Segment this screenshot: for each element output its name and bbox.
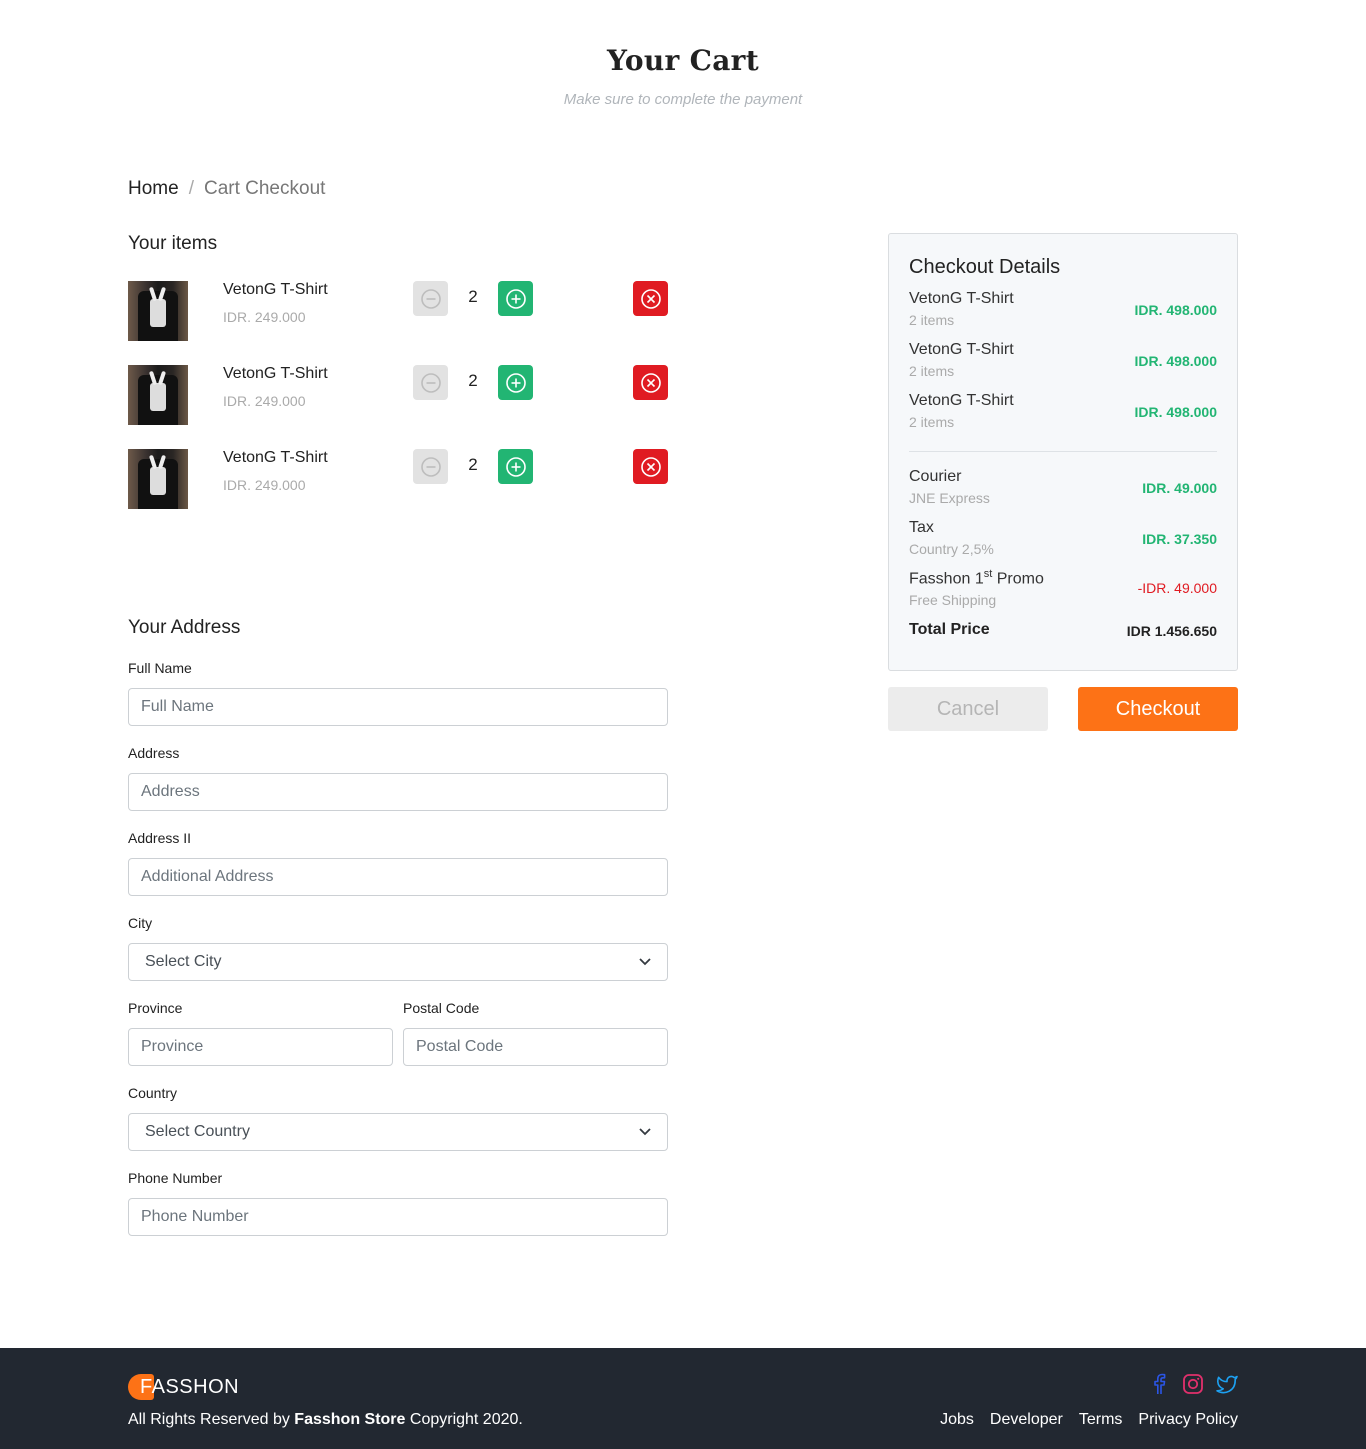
checkout-button[interactable]: Checkout	[1078, 687, 1238, 731]
minus-circle-icon	[420, 288, 441, 309]
breadcrumb: Home / Cart Checkout	[128, 178, 325, 200]
remove-item-button[interactable]	[633, 365, 668, 400]
product-image[interactable]	[128, 281, 188, 341]
close-circle-icon	[640, 372, 661, 393]
decrease-quantity-button[interactable]	[413, 449, 448, 484]
full-name-label: Full Name	[128, 660, 192, 676]
twitter-icon[interactable]	[1216, 1373, 1238, 1395]
product-name[interactable]: VetonG T-Shirt	[223, 449, 328, 467]
checkout-details-title: Checkout Details	[909, 256, 1061, 278]
product-price: IDR. 249.000	[223, 393, 306, 409]
decrease-quantity-button[interactable]	[413, 281, 448, 316]
cart-item: VetonG T-Shirt IDR. 249.000 2	[128, 281, 668, 341]
country-label: Country	[128, 1085, 178, 1101]
items-section-title: Your items	[128, 233, 218, 254]
address-input[interactable]	[128, 773, 668, 811]
phone-number-input[interactable]	[128, 1198, 668, 1236]
city-select[interactable]: Select City	[128, 943, 668, 981]
instagram-icon[interactable]	[1182, 1373, 1204, 1395]
city-select-value: Select City	[145, 953, 222, 970]
promo-value: -IDR. 49.000	[1137, 580, 1217, 596]
postal-code-label: Postal Code	[403, 1000, 480, 1016]
province-input[interactable]	[128, 1028, 393, 1066]
plus-circle-icon	[505, 456, 526, 477]
quantity-value: 2	[468, 455, 478, 474]
city-label: City	[128, 915, 153, 931]
checkout-line: VetonG T-Shirt 2 items IDR. 498.000	[909, 341, 1217, 379]
checkout-details-card: Checkout Details VetonG T-Shirt 2 items …	[888, 233, 1238, 671]
divider	[909, 451, 1217, 452]
breadcrumb-current: Cart Checkout	[203, 178, 326, 199]
footer-link-developer[interactable]: Developer	[990, 1411, 1063, 1429]
copyright-text: All Rights Reserved by Fasshon Store Cop…	[128, 1411, 523, 1428]
breadcrumb-separator: /	[188, 178, 194, 199]
quantity-value: 2	[468, 371, 478, 390]
postal-code-input[interactable]	[403, 1028, 668, 1066]
product-name[interactable]: VetonG T-Shirt	[223, 281, 328, 299]
line-value: IDR. 498.000	[1134, 302, 1218, 318]
increase-quantity-button[interactable]	[498, 449, 533, 484]
tax-value: IDR. 37.350	[1142, 531, 1217, 547]
product-image[interactable]	[128, 365, 188, 425]
address-ii-label: Address II	[128, 830, 192, 846]
line-value: IDR. 498.000	[1134, 404, 1218, 420]
facebook-icon[interactable]	[1148, 1373, 1170, 1395]
address-section-title: Your Address	[128, 617, 241, 638]
footer-links: Jobs Developer Terms Privacy Policy	[940, 1411, 1238, 1429]
address-label: Address	[128, 745, 180, 761]
close-circle-icon	[640, 456, 661, 477]
increase-quantity-button[interactable]	[498, 281, 533, 316]
country-select[interactable]: Select Country	[128, 1113, 668, 1151]
checkout-line: VetonG T-Shirt 2 items IDR. 498.000	[909, 392, 1217, 430]
total-price-value: IDR 1.456.650	[1126, 623, 1217, 639]
increase-quantity-button[interactable]	[498, 365, 533, 400]
full-name-input[interactable]	[128, 688, 668, 726]
country-select-value: Select Country	[145, 1123, 250, 1140]
cart-item: VetonG T-Shirt IDR. 249.000 2	[128, 365, 668, 425]
phone-number-label: Phone Number	[128, 1170, 223, 1186]
footer-link-privacy-policy[interactable]: Privacy Policy	[1138, 1411, 1238, 1429]
total-price-row: Total Price IDR 1.456.650	[909, 621, 1217, 639]
social-links	[1148, 1373, 1238, 1395]
page-subtitle: Make sure to complete the payment	[563, 91, 803, 108]
footer: FASSHON All Rights Reserved by Fasshon S…	[0, 1348, 1366, 1449]
checkout-line: VetonG T-Shirt 2 items IDR. 498.000	[909, 290, 1217, 328]
footer-link-jobs[interactable]: Jobs	[940, 1411, 974, 1429]
chevron-down-icon	[639, 958, 651, 966]
close-circle-icon	[640, 288, 661, 309]
product-name[interactable]: VetonG T-Shirt	[223, 365, 328, 383]
plus-circle-icon	[505, 288, 526, 309]
tax-line: Tax Country 2,5% IDR. 37.350	[909, 519, 1217, 557]
quantity-value: 2	[468, 287, 478, 306]
plus-circle-icon	[505, 372, 526, 393]
province-label: Province	[128, 1000, 183, 1016]
product-image[interactable]	[128, 449, 188, 509]
decrease-quantity-button[interactable]	[413, 365, 448, 400]
logo-text: FASSHON	[140, 1375, 240, 1398]
courier-line: Courier JNE Express IDR. 49.000	[909, 468, 1217, 506]
product-price: IDR. 249.000	[223, 309, 306, 325]
page-title: Your Cart	[607, 44, 759, 77]
chevron-down-icon	[639, 1128, 651, 1136]
page-header: Your Cart Make sure to complete the paym…	[0, 44, 1366, 108]
remove-item-button[interactable]	[633, 281, 668, 316]
additional-address-input[interactable]	[128, 858, 668, 896]
minus-circle-icon	[420, 456, 441, 477]
breadcrumb-home-link[interactable]: Home	[128, 178, 179, 200]
line-value: IDR. 498.000	[1134, 353, 1218, 369]
brand-logo[interactable]: FASSHON	[128, 1372, 239, 1402]
cancel-button[interactable]: Cancel	[888, 687, 1048, 731]
courier-value: IDR. 49.000	[1142, 480, 1217, 496]
product-price: IDR. 249.000	[223, 477, 306, 493]
minus-circle-icon	[420, 372, 441, 393]
remove-item-button[interactable]	[633, 449, 668, 484]
promo-line: Fasshon 1st Promo Free Shipping -IDR. 49…	[909, 568, 1217, 608]
footer-link-terms[interactable]: Terms	[1079, 1411, 1123, 1429]
cart-item: VetonG T-Shirt IDR. 249.000 2	[128, 449, 668, 509]
